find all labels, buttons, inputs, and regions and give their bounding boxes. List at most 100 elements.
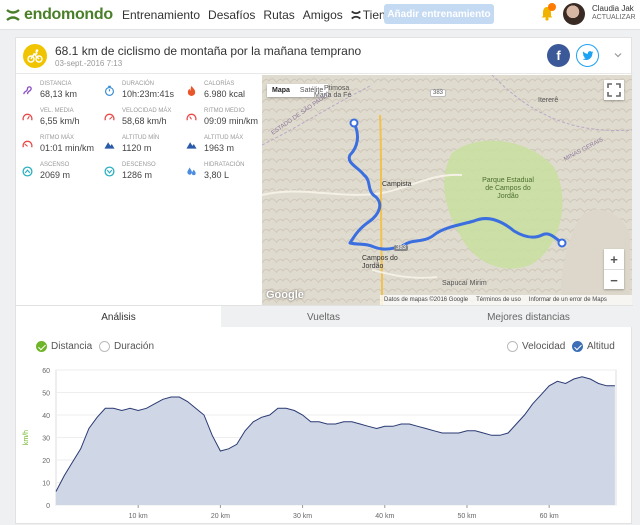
stat-value: 58,68 km/h <box>122 116 167 126</box>
road-shield: 383 <box>430 89 447 97</box>
y-tick-label: 30 <box>42 436 50 443</box>
tab-laps[interactable]: Vueltas <box>221 306 426 328</box>
y-axis-speed-option[interactable]: Velocidad <box>507 341 565 352</box>
nav-item-training[interactable]: Entrenamiento <box>122 8 200 22</box>
workout-date: 03-sept.-2016 7:13 <box>55 59 123 68</box>
nav-item-friends[interactable]: Amigos <box>303 8 343 22</box>
y-tick-label: 50 <box>42 391 50 398</box>
stat-label: Hidratación <box>204 162 245 168</box>
map-terrain <box>262 75 632 305</box>
speedometer-icon <box>104 113 115 121</box>
stat-value: 01:01 min/km <box>40 143 95 153</box>
stat-value: 68,13 km <box>40 89 78 99</box>
twitter-share-button[interactable] <box>576 44 599 67</box>
y-tick-label: 10 <box>42 481 50 488</box>
map-label: Sapucaí Mirim <box>442 280 487 287</box>
zoom-in-button[interactable]: + <box>604 249 624 269</box>
stat-value: 09:09 min/km <box>204 116 259 126</box>
stat-min-altitude: Altitud mín 1120 m <box>98 134 178 156</box>
map-label: Parque Estadual de Campos do Jordão <box>482 177 534 200</box>
stat-duration: Duración 10h:23m:41s <box>98 80 178 102</box>
stat-label: Vel. media <box>40 108 74 114</box>
workout-title: 68.1 km de ciclismo de montaña por la ma… <box>55 44 362 58</box>
x-tick-label: 20 km <box>211 513 230 520</box>
add-workout-button[interactable]: Añadir entrenamiento <box>384 4 494 24</box>
stat-label: Altitud mín <box>122 135 160 141</box>
chevron-down-icon[interactable] <box>613 50 623 60</box>
mountain-icon <box>104 142 115 149</box>
stat-label: Distancia <box>40 81 72 87</box>
zoom-out-button[interactable]: − <box>604 270 624 290</box>
speed-altitude-chart: 0 10 20 30 40 50 60 10 km 20 km 30 km 40 km 50 km 60… <box>23 368 617 520</box>
stat-label: Ritmo máx <box>40 135 74 141</box>
map-label: Campos do Jordão <box>362 255 398 270</box>
stat-value: 6.980 kcal <box>204 89 246 99</box>
y-tick-label: 20 <box>42 458 50 465</box>
tab-best-distances[interactable]: Mejores distancias <box>426 306 631 328</box>
map-data-credit: Datos de mapas ©2016 Google <box>384 297 469 303</box>
stat-hydration: Hidratación 3,80 L <box>180 161 260 183</box>
x-tick-label: 40 km <box>375 513 394 520</box>
under-armour-icon <box>6 8 20 22</box>
stat-descent: Descenso 1286 m <box>98 161 178 183</box>
x-axis-distance-option[interactable]: Distancia <box>36 341 92 352</box>
twitter-bird-icon <box>582 50 593 60</box>
terms-of-use-link[interactable]: Términos de uso <box>476 297 521 303</box>
endomondo-logo[interactable]: endomondo <box>6 6 113 24</box>
x-tick-label: 50 km <box>457 513 476 520</box>
map-attribution: Datos de mapas ©2016 Google Términos de … <box>380 295 632 305</box>
stopwatch-icon <box>104 85 115 96</box>
mountain-icon <box>186 142 197 149</box>
nav-item-challenges[interactable]: Desafíos <box>208 8 255 22</box>
map-type-map-button[interactable]: Mapa <box>267 84 295 97</box>
flame-icon <box>187 85 196 96</box>
stat-value: 1963 m <box>204 143 235 153</box>
option-label: Velocidad <box>522 341 566 352</box>
pace-icon <box>186 113 197 121</box>
stat-value: 3,80 L <box>204 170 230 180</box>
option-label: Altitud <box>587 341 615 352</box>
y-tick-label: 0 <box>46 503 50 510</box>
mountain-bike-icon <box>23 44 47 68</box>
report-map-error-link[interactable]: Informar de un error de Maps <box>529 297 607 303</box>
facebook-share-button[interactable]: f <box>547 44 570 67</box>
ascent-icon <box>22 166 33 177</box>
notification-badge <box>548 3 556 11</box>
y-axis-label: km/h <box>23 430 30 445</box>
x-tick-label: 60 km <box>540 513 559 520</box>
nav-item-routes[interactable]: Rutas <box>263 8 294 22</box>
water-drop-icon <box>187 167 196 176</box>
fullscreen-button[interactable] <box>604 80 624 100</box>
under-armour-icon <box>350 10 361 20</box>
map-label: Itererê <box>538 97 559 104</box>
stat-value: 6,55 km/h <box>40 116 80 126</box>
stat-value: 2069 m <box>40 170 71 180</box>
radio-unchecked-icon <box>99 341 110 352</box>
stat-label: Duración <box>122 81 155 87</box>
x-axis-duration-option[interactable]: Duración <box>99 341 154 352</box>
distance-icon <box>23 86 32 95</box>
route-map[interactable]: Mapa Satélite Maria da Fé Ptimosa Iterer… <box>262 75 632 305</box>
descent-icon <box>104 166 115 177</box>
stat-calories: Calorías 6.980 kcal <box>180 80 260 102</box>
workout-header: 68.1 km de ciclismo de montaña por la ma… <box>16 38 633 74</box>
stat-value: 10h:23m:41s <box>122 89 175 99</box>
top-navigation-bar: endomondo Entrenamiento Desafíos Rutas A… <box>0 0 640 30</box>
tab-analysis[interactable]: Análisis <box>16 306 221 328</box>
y-axis-altitude-option[interactable]: Altitud <box>572 341 615 352</box>
stat-label: Ascenso <box>40 162 70 168</box>
google-logo: Google <box>266 289 304 301</box>
user-name[interactable]: Claudia Jak <box>592 4 634 13</box>
x-tick-label: 30 km <box>293 513 312 520</box>
radio-unchecked-icon <box>507 341 518 352</box>
stat-value: 1120 m <box>122 143 152 153</box>
avatar[interactable] <box>563 3 585 25</box>
stat-distance: Distancia 68,13 km <box>16 80 96 102</box>
analysis-tabs: Análisis Vueltas Mejores distancias <box>16 305 633 328</box>
main-nav: Entrenamiento Desafíos Rutas Amigos Tien… <box>122 8 399 22</box>
stat-max-pace: Ritmo máx 01:01 min/km <box>16 134 96 156</box>
stat-label: Calorías <box>204 81 235 87</box>
x-tick-label: 10 km <box>129 513 148 520</box>
user-status[interactable]: ACTUALIZAR <box>592 14 636 21</box>
stat-label: Velocidad máx <box>122 108 172 114</box>
